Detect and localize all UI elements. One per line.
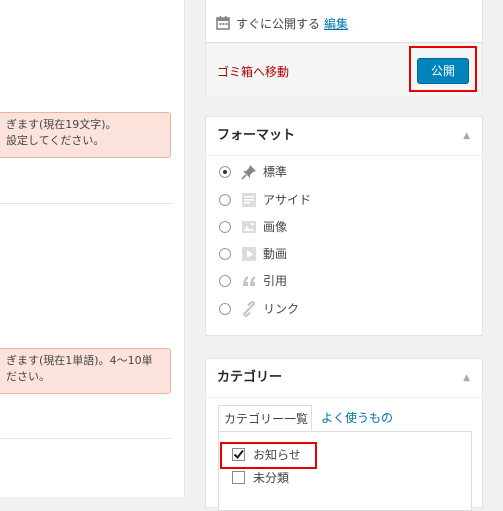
link-icon — [241, 301, 257, 317]
radio-button[interactable] — [219, 248, 231, 260]
format-option-image[interactable]: 画像 — [219, 217, 287, 237]
radio-button[interactable] — [219, 166, 231, 178]
format-label: アサイド — [263, 193, 312, 207]
image-icon — [241, 219, 257, 235]
publish-schedule-row: すぐに公開する 編集 — [216, 13, 348, 35]
format-option-link[interactable]: リンク — [219, 299, 299, 319]
format-title: フォーマット — [217, 128, 296, 143]
format-label: 画像 — [263, 220, 288, 234]
format-option-quote[interactable]: 引用 — [219, 271, 287, 291]
category-item-uncategorized[interactable]: 未分類 — [232, 468, 289, 488]
radio-button[interactable] — [219, 221, 231, 233]
aside-icon — [241, 192, 257, 208]
warning-line-1: ぎます(現在1単語)。4～10単 — [6, 354, 153, 367]
calendar-icon — [216, 15, 230, 30]
radio-button[interactable] — [219, 194, 231, 206]
radio-button[interactable] — [219, 275, 231, 287]
checkbox[interactable] — [232, 471, 245, 484]
edit-schedule-link[interactable]: 編集 — [324, 17, 348, 31]
category-box: カテゴリー ▲ カテゴリー一覧 よく使うもの お知らせ 未分類 — [205, 358, 483, 511]
seo-title-warning: ぎます(現在19文字)。 設定してください。 — [0, 112, 171, 158]
radio-button[interactable] — [219, 303, 231, 315]
divider — [0, 438, 172, 439]
format-label: リンク — [263, 302, 300, 316]
publish-schedule-label: すぐに公開する — [236, 17, 321, 31]
editor-column: ぎます(現在19文字)。 設定してください。 ぎます(現在1単語)。4～10単 … — [0, 0, 185, 497]
publish-button[interactable]: 公開 — [417, 58, 469, 84]
publish-button-highlight: 公開 — [409, 46, 477, 92]
format-label: 動画 — [263, 247, 288, 261]
warning-line-2: ださい。 — [6, 370, 50, 383]
format-label: 標準 — [263, 165, 288, 179]
format-box: フォーマット ▲ 標準 アサイド 画像 動画 引用 リンク — [205, 116, 483, 336]
move-to-trash-link[interactable]: ゴミ箱へ移動 — [217, 63, 289, 80]
category-highlight — [220, 442, 317, 469]
format-option-aside[interactable]: アサイド — [219, 190, 311, 210]
video-icon — [241, 246, 257, 262]
publish-box: すぐに公開する 編集 ゴミ箱へ移動 公開 — [205, 0, 483, 96]
pin-icon — [241, 164, 257, 180]
collapse-arrow-icon[interactable]: ▲ — [463, 117, 470, 155]
category-label: 未分類 — [253, 471, 290, 485]
divider — [0, 203, 172, 204]
seo-keyword-warning: ぎます(現在1単語)。4～10単 ださい。 — [0, 348, 171, 394]
category-title: カテゴリー — [217, 370, 283, 385]
warning-line-1: ぎます(現在19文字)。 — [6, 118, 117, 131]
format-label: 引用 — [263, 274, 288, 288]
warning-line-2: 設定してください。 — [6, 134, 105, 147]
category-box-title[interactable]: カテゴリー ▲ — [206, 359, 482, 398]
format-box-title[interactable]: フォーマット ▲ — [206, 117, 482, 156]
tab-all-categories[interactable]: カテゴリー一覧 — [218, 405, 312, 431]
quote-icon — [241, 273, 257, 289]
tab-most-used[interactable]: よく使うもの — [321, 405, 393, 431]
format-option-standard[interactable]: 標準 — [219, 162, 287, 182]
format-option-video[interactable]: 動画 — [219, 244, 287, 264]
collapse-arrow-icon[interactable]: ▲ — [463, 359, 470, 397]
publish-actions: ゴミ箱へ移動 公開 — [206, 42, 482, 96]
